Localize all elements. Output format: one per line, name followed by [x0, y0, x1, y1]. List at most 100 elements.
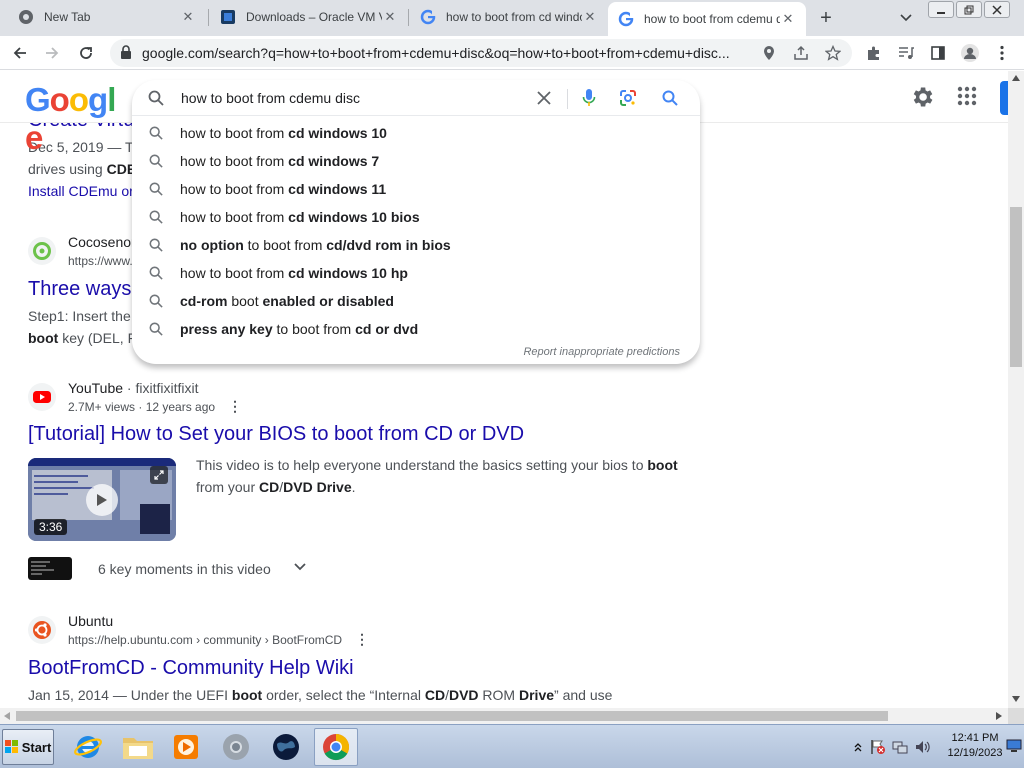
- suggestion-item[interactable]: press any key to boot from cd or dvd: [132, 315, 700, 343]
- desc-text: This video is to help everyone understan…: [196, 457, 648, 473]
- suggestion-text: how to boot from cd windows 11: [180, 181, 387, 197]
- tab-search-button[interactable]: [894, 6, 918, 30]
- suggestion-item[interactable]: how to boot from cd windows 7: [132, 147, 700, 175]
- search-icon: [132, 266, 180, 280]
- action-center-flag-icon[interactable]: [870, 739, 886, 755]
- close-icon[interactable]: ✕: [582, 9, 598, 25]
- google-apps-icon[interactable]: [957, 86, 977, 111]
- key-moments-toggle[interactable]: 6 key moments in this video: [98, 558, 271, 580]
- profile-button[interactable]: [958, 41, 982, 65]
- search-icon: [132, 294, 180, 308]
- expand-icon[interactable]: [150, 466, 168, 484]
- location-icon[interactable]: [760, 44, 778, 62]
- bookmark-star-icon[interactable]: [824, 44, 842, 62]
- site-name[interactable]: Ubuntu: [68, 613, 113, 629]
- start-button[interactable]: Start: [2, 729, 54, 765]
- horizontal-scroll-thumb[interactable]: [16, 711, 888, 721]
- result-title[interactable]: [Tutorial] How to Set your BIOS to boot …: [28, 423, 524, 446]
- snippet-text: drives using: [28, 161, 107, 177]
- suggestion-item[interactable]: how to boot from cd windows 10: [132, 119, 700, 147]
- suggestion-item[interactable]: no option to boot from cd/dvd rom in bio…: [132, 231, 700, 259]
- volume-icon[interactable]: [914, 739, 930, 755]
- screen: New Tab ✕ Downloads – Oracle VM Virt ✕ h…: [0, 0, 1024, 768]
- suggestion-item[interactable]: how to boot from cd windows 11: [132, 175, 700, 203]
- system-clock[interactable]: 12:41 PM 12/19/2023: [942, 731, 1008, 761]
- logo-letter: G: [25, 81, 51, 118]
- suggestion-item[interactable]: cd-rom boot enabled or disabled: [132, 287, 700, 315]
- url-text[interactable]: google.com/search?q=how+to+boot+from+cde…: [142, 45, 754, 61]
- snippet-text: Jan 15, 2014 — Under the UEFI: [28, 687, 232, 703]
- result-title[interactable]: BootFromCD - Community Help Wiki: [28, 657, 354, 680]
- suggestion-text: no option to boot from cd/dvd rom in bio…: [180, 237, 451, 253]
- media-player-icon[interactable]: [164, 728, 208, 766]
- clear-search-icon[interactable]: [534, 88, 554, 108]
- scroll-right-arrow-icon[interactable]: [996, 712, 1002, 720]
- close-icon[interactable]: ✕: [780, 11, 796, 27]
- vertical-scrollbar[interactable]: [1008, 71, 1024, 708]
- internet-explorer-icon[interactable]: [66, 728, 110, 766]
- close-window-button[interactable]: [984, 1, 1010, 18]
- result-title[interactable]: Three ways: [28, 278, 131, 301]
- horizontal-scrollbar[interactable]: [0, 708, 1008, 724]
- tab-google-search-active[interactable]: how to boot from cdemu di ✕: [608, 2, 806, 36]
- tab-downloads[interactable]: Downloads – Oracle VM Virt ✕: [210, 0, 408, 34]
- search-icon: [132, 238, 180, 252]
- folder-icon[interactable]: [116, 728, 160, 766]
- play-button-icon[interactable]: [86, 484, 118, 516]
- vertical-scroll-thumb[interactable]: [1010, 207, 1022, 367]
- earth-icon[interactable]: [264, 728, 308, 766]
- google-icon: [420, 9, 436, 25]
- windows-flag-icon: [4, 740, 18, 753]
- back-button[interactable]: [8, 41, 32, 65]
- report-predictions-link[interactable]: Report inappropriate predictions: [523, 346, 680, 358]
- restore-button[interactable]: [956, 1, 982, 18]
- tab-new-tab[interactable]: New Tab ✕: [8, 0, 206, 34]
- share-icon[interactable]: [792, 44, 810, 62]
- google-logo[interactable]: Googl e: [25, 81, 119, 156]
- suggestion-item[interactable]: how to boot from cd windows 10 bios: [132, 203, 700, 231]
- site-url[interactable]: https://www.: [68, 254, 133, 268]
- extensions-button[interactable]: [862, 41, 886, 65]
- site-url[interactable]: https://help.ubuntu.com › community › Bo…: [68, 633, 342, 647]
- suggestion-text: how to boot from cd windows 10 hp: [180, 265, 408, 281]
- forward-button[interactable]: [40, 41, 64, 65]
- google-lens-icon[interactable]: [618, 88, 638, 108]
- scroll-left-arrow-icon[interactable]: [4, 712, 10, 720]
- reload-button[interactable]: [74, 41, 98, 65]
- snippet-bold: boot: [231, 687, 263, 703]
- menu-button[interactable]: [990, 41, 1014, 65]
- chrome-icon[interactable]: [314, 728, 358, 766]
- chevron-down-icon[interactable]: [294, 563, 306, 571]
- search-submit-icon[interactable]: [660, 88, 680, 108]
- close-icon[interactable]: ✕: [382, 9, 398, 25]
- result-sublink[interactable]: Install CDEmu or: [28, 180, 134, 202]
- restore-icon: [964, 5, 974, 14]
- microphone-icon[interactable]: [579, 88, 599, 108]
- scroll-up-arrow-icon[interactable]: [1012, 75, 1020, 81]
- lock-icon[interactable]: [120, 45, 132, 59]
- close-icon[interactable]: ✕: [180, 9, 196, 25]
- sign-in-button-edge[interactable]: [1000, 81, 1008, 115]
- search-input[interactable]: how to boot from cdemu disc: [181, 90, 360, 106]
- settings-gear-icon[interactable]: [909, 84, 935, 115]
- show-desktop-button[interactable]: [1006, 729, 1022, 765]
- scroll-down-arrow-icon[interactable]: [1012, 696, 1020, 702]
- site-name[interactable]: YouTube · fixitfixitfixit: [68, 380, 198, 396]
- suggestion-item[interactable]: how to boot from cd windows 10 hp: [132, 259, 700, 287]
- kebab-menu-icon[interactable]: ⋮: [228, 398, 242, 415]
- tray-expand-icon[interactable]: [854, 742, 862, 752]
- suggestion-text: how to boot from cd windows 10: [180, 125, 387, 141]
- network-icon[interactable]: [892, 739, 908, 755]
- new-tab-button[interactable]: +: [814, 6, 838, 30]
- site-name[interactable]: Cocosenor: [68, 234, 136, 250]
- side-panel-button[interactable]: [926, 41, 950, 65]
- minimize-button[interactable]: [928, 1, 954, 18]
- reload-icon: [80, 47, 92, 59]
- chrome-gray-icon[interactable]: [214, 728, 258, 766]
- address-bar[interactable]: google.com/search?q=how+to+boot+from+cde…: [110, 39, 852, 67]
- kebab-menu-icon[interactable]: ⋮: [355, 631, 369, 648]
- media-control-button[interactable]: [894, 41, 918, 65]
- video-thumbnail[interactable]: 3:36: [28, 458, 176, 541]
- logo-letter: o: [49, 81, 70, 118]
- tab-google-search-1[interactable]: how to boot from cd windo ✕: [410, 0, 608, 34]
